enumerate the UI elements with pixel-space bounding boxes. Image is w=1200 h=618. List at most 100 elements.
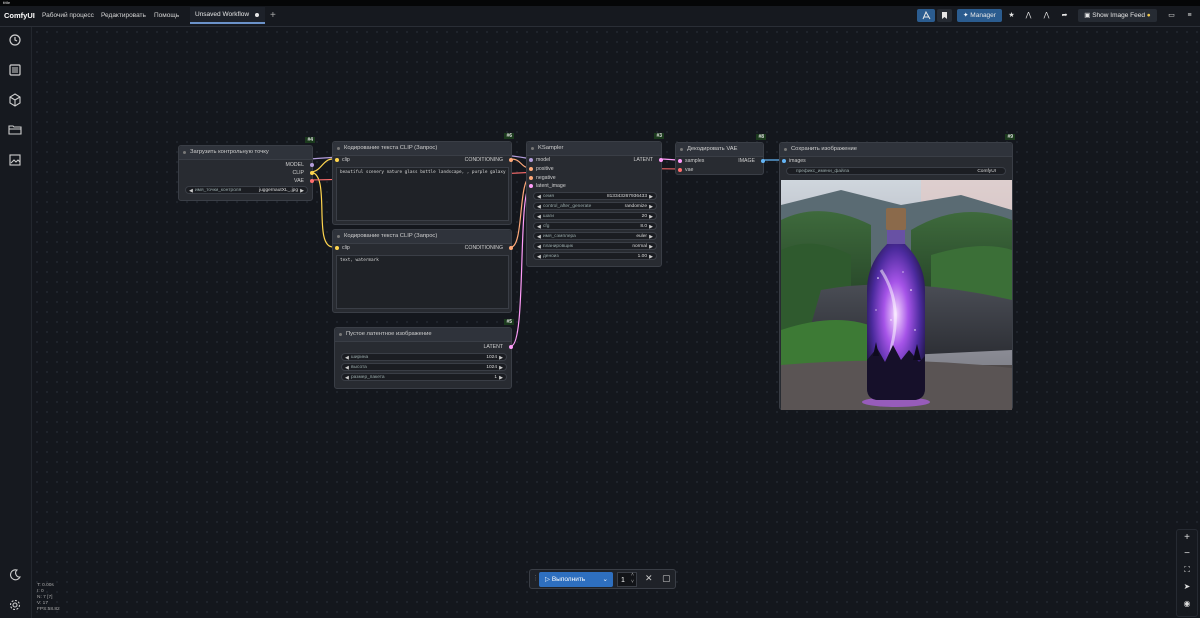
manager-button[interactable]: ✦ Manager (957, 9, 1002, 22)
input-samples[interactable]: samples (685, 157, 704, 165)
zoom-in-icon[interactable]: + (1180, 532, 1194, 546)
increment-arrow-icon[interactable]: ▶ (649, 223, 653, 231)
output-dot[interactable] (509, 158, 513, 162)
prompt-textarea[interactable]: text, watermark (336, 255, 509, 309)
model-button[interactable]: ⋀ (1040, 9, 1053, 22)
output-model[interactable]: MODEL (286, 161, 304, 169)
filename-prefix-widget[interactable]: префикс_имени_файла ComfyUI (786, 167, 1006, 175)
input-dot[interactable] (529, 184, 533, 188)
input-dot[interactable] (335, 158, 339, 162)
theme-moon-icon[interactable] (8, 568, 22, 582)
select-mode-icon[interactable]: ➤ (1180, 582, 1194, 596)
node-clip-text-encode-negative[interactable]: Кодирование текста CLIP (Запрос) clip CO… (332, 229, 513, 313)
image-gallery-icon[interactable] (8, 153, 22, 167)
increment-arrow-icon[interactable]: ▶ (649, 213, 653, 221)
decrement-arrow-icon[interactable]: ◀ (537, 223, 541, 231)
drag-handle-icon[interactable]: ⋮ (532, 574, 539, 582)
decrement-arrow-icon[interactable]: ◀ (537, 193, 541, 201)
increment-arrow-icon[interactable]: ▶ (499, 374, 503, 382)
input-dot[interactable] (529, 167, 533, 171)
toggle-links-eye-icon[interactable]: ◉ (1180, 599, 1194, 613)
workflow-tab[interactable]: Unsaved Workflow (190, 7, 265, 24)
increment-arrow-icon[interactable]: ▶ (649, 233, 653, 241)
input-negative[interactable]: negative (536, 174, 556, 182)
input-clip[interactable]: clip (342, 244, 350, 252)
toggle-link-visibility-button[interactable] (917, 9, 935, 22)
node-save-image[interactable]: #9 Сохранить изображение images префикс_… (779, 134, 1015, 410)
node-title[interactable]: Загрузить контрольную точку (179, 146, 312, 160)
batch-count-input[interactable]: 1 (617, 572, 637, 587)
steps-widget[interactable]: ◀ шаги 20 ▶ (533, 212, 657, 220)
increment-arrow-icon[interactable]: ▶ (300, 187, 304, 195)
increment-arrow-icon[interactable]: ▶ (649, 193, 653, 201)
decrement-arrow-icon[interactable]: ◀ (537, 203, 541, 211)
seed-widget[interactable]: ◀ семя 813343267936433 ▶ (533, 192, 657, 200)
new-tab-plus-icon[interactable]: + (270, 6, 276, 26)
decrement-arrow-icon[interactable]: ◀ (537, 253, 541, 261)
fit-view-icon[interactable]: ⛶ (1180, 565, 1194, 579)
bottom-panel-button[interactable]: ▭ (1165, 9, 1178, 22)
node-library-icon[interactable] (8, 93, 22, 107)
sampler-name-widget[interactable]: ◀ имя_сэмплера euler ▶ (533, 232, 657, 240)
bookmark-button[interactable] (937, 9, 952, 22)
menu-help[interactable]: Помощь (154, 6, 179, 26)
queue-icon[interactable] (8, 63, 22, 77)
node-title[interactable]: KSampler (527, 142, 661, 156)
input-images[interactable]: images (789, 157, 806, 165)
input-dot[interactable] (335, 246, 339, 250)
input-dot[interactable] (529, 158, 533, 162)
input-dot[interactable] (678, 168, 682, 172)
export-button[interactable]: ➦ (1058, 9, 1071, 22)
node-empty-latent-image[interactable]: #5 Пустое латентное изображение LATENT ◀… (334, 319, 514, 389)
chevron-down-icon[interactable]: ⌄ (603, 572, 608, 587)
menu-edit[interactable]: Редактировать (101, 6, 146, 26)
increment-arrow-icon[interactable]: ▶ (499, 364, 503, 372)
menu-button[interactable]: ≡ (1183, 9, 1196, 22)
output-conditioning[interactable]: CONDITIONING (465, 244, 503, 252)
node-title[interactable]: Сохранить изображение (780, 143, 1012, 157)
height-widget[interactable]: ◀ высота 1024 ▶ (341, 363, 507, 371)
input-model[interactable]: model (536, 156, 550, 164)
increment-arrow-icon[interactable]: ▶ (649, 253, 653, 261)
output-latent[interactable]: LATENT (483, 343, 503, 351)
node-vae-decode[interactable]: #8 Декодировать VAE samples vae IMAGE (675, 134, 766, 175)
input-positive[interactable]: positive (536, 165, 554, 173)
decrement-arrow-icon[interactable]: ◀ (345, 354, 349, 362)
output-dot[interactable] (310, 171, 314, 175)
input-dot[interactable] (529, 176, 533, 180)
workflows-icon[interactable] (8, 123, 22, 137)
output-dot[interactable] (659, 158, 663, 162)
node-ksampler[interactable]: #3 KSampler model positive negative late… (526, 133, 664, 267)
output-latent[interactable]: LATENT (633, 156, 653, 164)
decrement-arrow-icon[interactable]: ◀ (537, 243, 541, 251)
output-clip[interactable]: CLIP (292, 169, 304, 177)
node-title[interactable]: Кодирование текста CLIP (Запрос) (333, 142, 511, 156)
width-widget[interactable]: ◀ ширина 1024 ▶ (341, 353, 507, 361)
increment-arrow-icon[interactable]: ▶ (499, 354, 503, 362)
zoom-out-icon[interactable]: − (1180, 548, 1194, 562)
show-image-feed-button[interactable]: ▣ Show Image Feed ● (1078, 9, 1157, 22)
decrement-arrow-icon[interactable]: ◀ (345, 374, 349, 382)
output-dot[interactable] (509, 345, 513, 349)
node-title[interactable]: Пустое латентное изображение (335, 328, 511, 342)
node-clip-text-encode-positive[interactable]: #6 Кодирование текста CLIP (Запрос) clip… (332, 133, 514, 225)
node-title[interactable]: Кодирование текста CLIP (Запрос) (333, 230, 511, 244)
ckpt-name-widget[interactable]: ◀ имя_точки_контроля juggernautXL_.jpg ▶ (185, 186, 308, 194)
menu-workflow[interactable]: Рабочий процесс (42, 6, 94, 26)
node-load-checkpoint[interactable]: #4 Загрузить контрольную точку MODEL CLI… (178, 137, 315, 201)
output-image[interactable]: IMAGE (738, 157, 755, 165)
share-button[interactable]: ⋀ (1022, 9, 1035, 22)
generated-image-preview[interactable] (781, 180, 1012, 410)
denoise-widget[interactable]: ◀ деноиз 1.00 ▶ (533, 252, 657, 260)
star-button[interactable]: ★ (1005, 9, 1018, 22)
decrement-arrow-icon[interactable]: ◀ (537, 213, 541, 221)
increment-arrow-icon[interactable]: ▶ (649, 243, 653, 251)
increment-arrow-icon[interactable]: ▶ (649, 203, 653, 211)
history-icon[interactable] (8, 33, 22, 47)
decrement-arrow-icon[interactable]: ◀ (189, 187, 193, 195)
decrement-arrow-icon[interactable]: ◀ (345, 364, 349, 372)
scheduler-widget[interactable]: ◀ планировщик normal ▶ (533, 242, 657, 250)
output-vae[interactable]: VAE (294, 177, 304, 185)
decrement-arrow-icon[interactable]: ◀ (537, 233, 541, 241)
stepper-arrows-icon[interactable]: ˄ ˅ (631, 572, 634, 586)
